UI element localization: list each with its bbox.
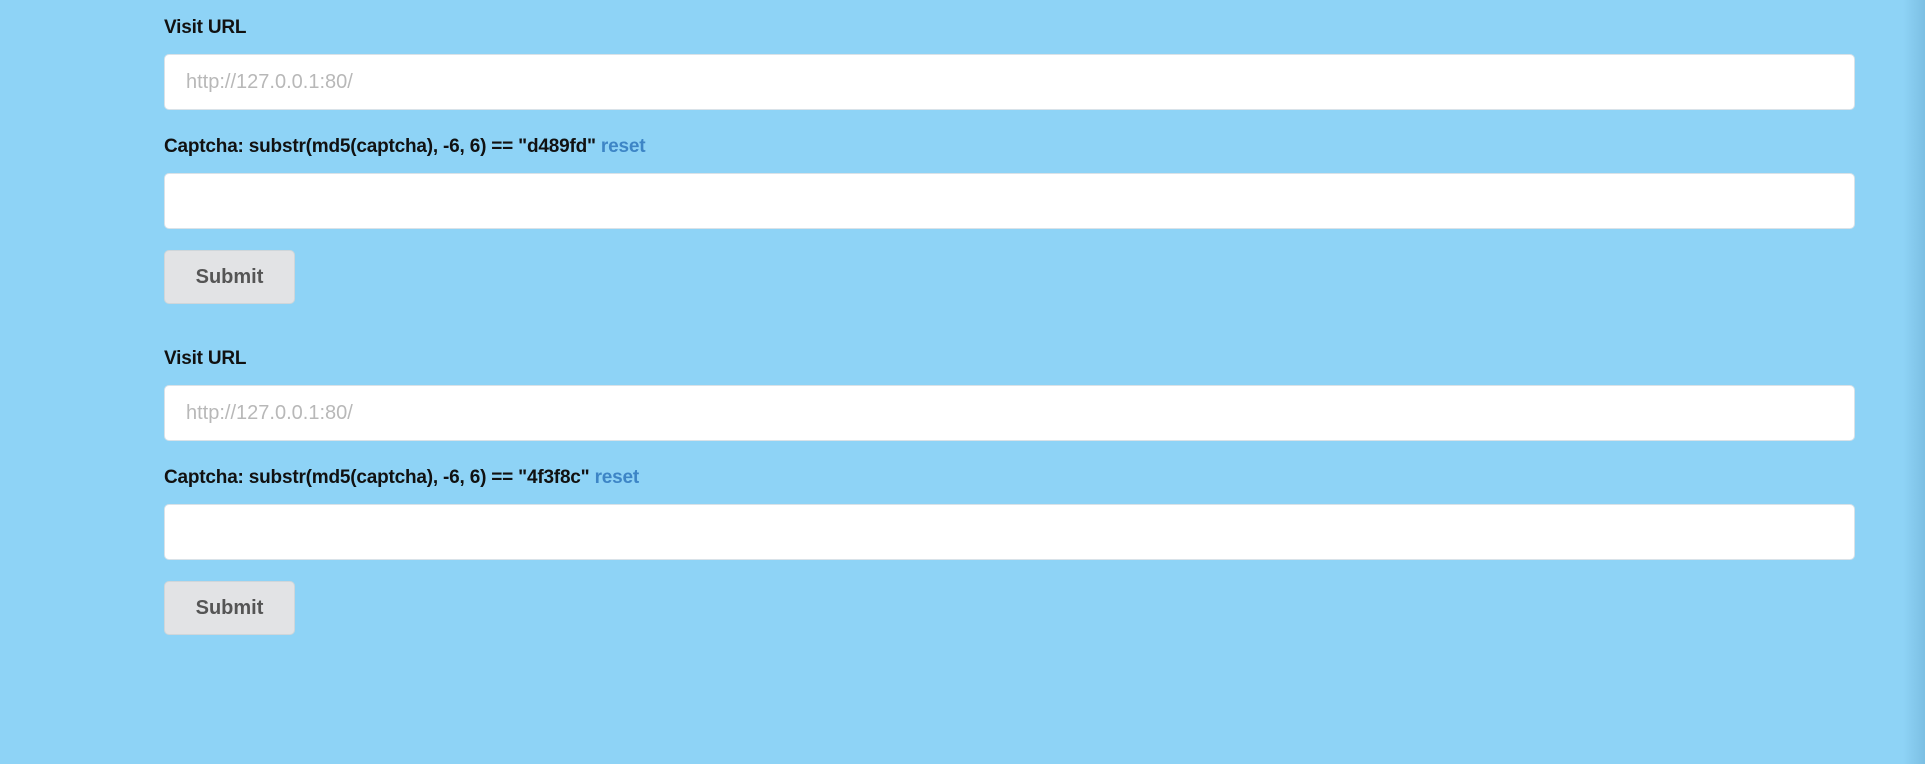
visit-url-form-1: Visit URL Captcha: substr(md5(captcha), … bbox=[164, 16, 1855, 304]
captcha-label: Captcha: substr(md5(captcha), -6, 6) == … bbox=[164, 136, 596, 157]
captcha-label-row: Captcha: substr(md5(captcha), -6, 6) == … bbox=[164, 135, 1855, 159]
captcha-input[interactable] bbox=[164, 504, 1855, 560]
visit-url-input[interactable] bbox=[164, 385, 1855, 441]
captcha-label: Captcha: substr(md5(captcha), -6, 6) == … bbox=[164, 467, 590, 488]
visit-url-input[interactable] bbox=[164, 54, 1855, 110]
reset-link[interactable]: reset bbox=[601, 136, 646, 157]
captcha-label-row: Captcha: substr(md5(captcha), -6, 6) == … bbox=[164, 466, 1855, 490]
page-edge-shadow bbox=[1903, 0, 1925, 764]
captcha-input[interactable] bbox=[164, 173, 1855, 229]
visit-url-label: Visit URL bbox=[164, 348, 247, 369]
visit-url-label: Visit URL bbox=[164, 17, 247, 38]
visit-url-form-2: Visit URL Captcha: substr(md5(captcha), … bbox=[164, 347, 1855, 635]
reset-link[interactable]: reset bbox=[595, 467, 640, 488]
submit-button[interactable]: Submit bbox=[164, 581, 295, 635]
submit-button[interactable]: Submit bbox=[164, 250, 295, 304]
